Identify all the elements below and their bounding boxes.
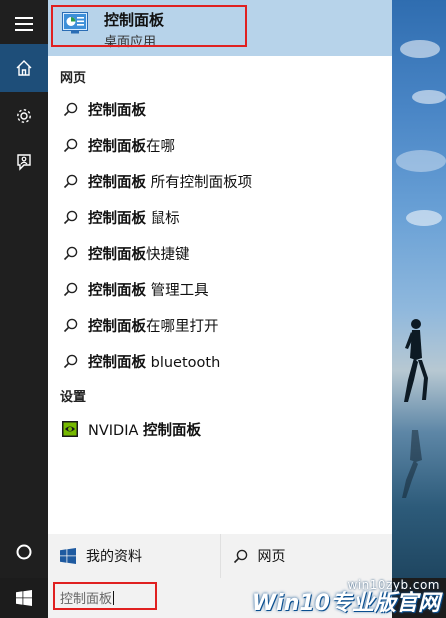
result-prefix-text: NVIDIA <box>88 422 144 439</box>
results-list: 网页 控制面板 控制面板在哪 控制面板 所有控制面板项 控制面板 鼠标 控制面板… <box>48 56 392 534</box>
search-icon <box>62 173 78 189</box>
result-bold-text: 控制面板 <box>88 102 146 119</box>
home-button[interactable] <box>0 44 48 92</box>
my-stuff-label: 我的资料 <box>86 549 142 565</box>
search-scope-bar: 我的资料 网页 <box>48 534 392 578</box>
desktop-wallpaper <box>392 0 446 618</box>
start-button[interactable] <box>0 578 48 618</box>
result-bold-text: 控制面板 <box>88 174 146 191</box>
result-bold-text: 控制面板 <box>88 318 146 335</box>
nvidia-icon <box>62 421 78 437</box>
result-bold-text: 控制面板 <box>88 246 146 263</box>
web-result-item[interactable]: 控制面板 鼠标 <box>48 200 392 234</box>
result-rest-text: 在哪 <box>146 138 175 155</box>
runner-reflection <box>402 430 422 498</box>
taskbar: 控制面板 <box>0 578 446 618</box>
web-result-item[interactable]: 控制面板在哪里打开 <box>48 308 392 342</box>
cortana-button[interactable] <box>0 528 48 576</box>
web-result-item[interactable]: 控制面板 所有控制面板项 <box>48 164 392 198</box>
result-rest-text: 快捷键 <box>146 246 190 263</box>
result-bold-text: 控制面板 <box>88 282 146 299</box>
search-icon <box>62 101 78 117</box>
best-match-result[interactable]: 控制面板 桌面应用 <box>48 0 392 56</box>
windows-logo-icon <box>16 590 32 606</box>
start-menu-rail <box>0 0 48 578</box>
search-icon <box>62 245 78 261</box>
settings-button[interactable] <box>0 92 48 140</box>
taskbar-search-box[interactable]: 控制面板 <box>48 578 392 618</box>
result-rest-text: 管理工具 <box>146 282 209 299</box>
runner-figure <box>404 319 428 402</box>
annotation-highlight-box <box>53 582 157 610</box>
settings-result-item[interactable]: NVIDIA 控制面板 <box>48 412 392 446</box>
my-stuff-button[interactable]: 我的资料 <box>48 534 220 578</box>
search-icon <box>233 549 248 564</box>
result-bold-text: 控制面板 <box>88 138 146 155</box>
gear-icon <box>17 109 31 123</box>
annotation-highlight-box <box>51 5 247 47</box>
web-result-item[interactable]: 控制面板 <box>48 92 392 126</box>
home-icon <box>16 60 32 76</box>
cortana-circle-icon <box>16 544 32 560</box>
section-heading-settings: 设置 <box>60 390 87 405</box>
search-results-panel: 控制面板 桌面应用 网页 控制面板 控制面板在哪 控制面板 所有控制面板项 控制… <box>48 0 392 578</box>
result-bold-text: 控制面板 <box>88 210 146 227</box>
hamburger-icon <box>15 17 33 31</box>
result-bold-text: 控制面板 <box>88 354 146 371</box>
web-result-item[interactable]: 控制面板 管理工具 <box>48 272 392 306</box>
result-rest-text: bluetooth <box>146 354 221 371</box>
search-icon <box>62 137 78 153</box>
web-result-item[interactable]: 控制面板在哪 <box>48 128 392 162</box>
search-icon <box>62 353 78 369</box>
result-rest-text: 所有控制面板项 <box>146 174 253 191</box>
feedback-icon <box>17 154 31 171</box>
expand-menu-button[interactable] <box>0 0 48 48</box>
result-bold-text: 控制面板 <box>143 422 202 439</box>
web-scope-button[interactable]: 网页 <box>219 534 393 578</box>
web-scope-label: 网页 <box>257 549 286 565</box>
result-rest-text: 在哪里打开 <box>146 318 219 335</box>
search-icon <box>62 281 78 297</box>
search-icon <box>62 209 78 225</box>
section-heading-web: 网页 <box>60 71 87 86</box>
search-icon <box>62 317 78 333</box>
web-result-item[interactable]: 控制面板快捷键 <box>48 236 392 270</box>
windows-logo-icon <box>60 548 76 564</box>
result-rest-text: 鼠标 <box>146 210 180 227</box>
web-result-item[interactable]: 控制面板 bluetooth <box>48 344 392 378</box>
feedback-button[interactable] <box>0 138 48 186</box>
